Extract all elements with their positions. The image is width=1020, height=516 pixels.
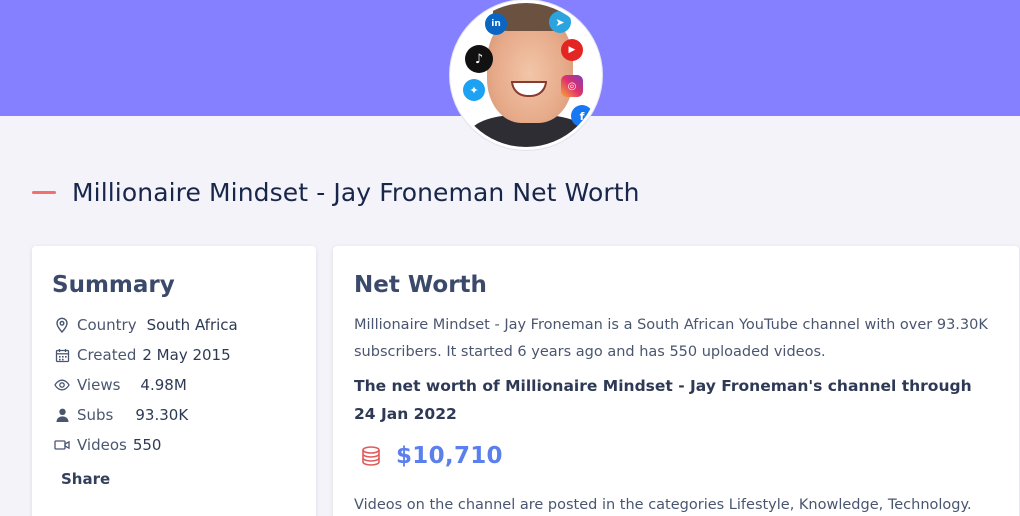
facebook-icon: f	[571, 105, 593, 127]
summary-row-videos: Videos 550	[52, 430, 296, 460]
summary-value-country: South Africa	[146, 316, 238, 334]
share-button[interactable]: Share	[61, 470, 110, 488]
linkedin-icon: in	[485, 13, 507, 35]
title-accent-dash	[32, 190, 56, 194]
instagram-icon: ◎	[561, 75, 583, 97]
summary-value-subs: 93.30K	[135, 406, 189, 424]
summary-row-created: Created 2 May 2015	[52, 340, 296, 370]
telegram-icon: ➤	[549, 11, 571, 33]
summary-value-videos: 550	[132, 436, 162, 454]
summary-card: Summary Country South Africa Created 2 M…	[32, 246, 316, 516]
summary-row-views: Views 4.98M	[52, 370, 296, 400]
summary-label: Videos	[77, 436, 127, 454]
youtube-icon: ▶	[561, 39, 583, 61]
twitter-icon: ✦	[463, 79, 485, 101]
page-title-row: Millionaire Mindset - Jay Froneman Net W…	[32, 170, 640, 214]
summary-label: Created	[77, 346, 137, 364]
channel-description: Millionaire Mindset - Jay Froneman is a …	[354, 317, 988, 360]
tiktok-icon: ♪	[465, 45, 493, 73]
calendar-icon	[54, 347, 70, 363]
summary-label: Subs	[77, 406, 114, 424]
net-worth-card: Net Worth Millionaire Mindset - Jay Fron…	[333, 246, 1019, 516]
channel-avatar: in ➤ ♪ ▶ ✦ ◎ f	[450, 0, 602, 150]
summary-heading: Summary	[52, 272, 175, 298]
user-icon	[54, 407, 70, 423]
location-pin-icon	[54, 317, 70, 333]
summary-row-subs: Subs 93.30K	[52, 400, 296, 430]
net-worth-statement: The net worth of Millionaire Mindset - J…	[354, 377, 972, 423]
coins-stack-icon	[360, 445, 382, 467]
summary-value-created: 2 May 2015	[142, 346, 231, 364]
summary-label: Views	[77, 376, 121, 394]
video-camera-icon	[54, 437, 70, 453]
eye-icon	[54, 377, 70, 393]
net-worth-value: $10,710	[396, 443, 503, 469]
summary-value-views: 4.98M	[140, 376, 187, 394]
channel-categories: Videos on the channel are posted in the …	[354, 497, 972, 513]
page-title: Millionaire Mindset - Jay Froneman Net W…	[72, 177, 640, 207]
summary-row-country: Country South Africa	[52, 310, 296, 340]
summary-label: Country	[77, 316, 137, 334]
net-worth-value-row: $10,710	[354, 440, 997, 472]
net-worth-heading: Net Worth	[354, 272, 487, 298]
